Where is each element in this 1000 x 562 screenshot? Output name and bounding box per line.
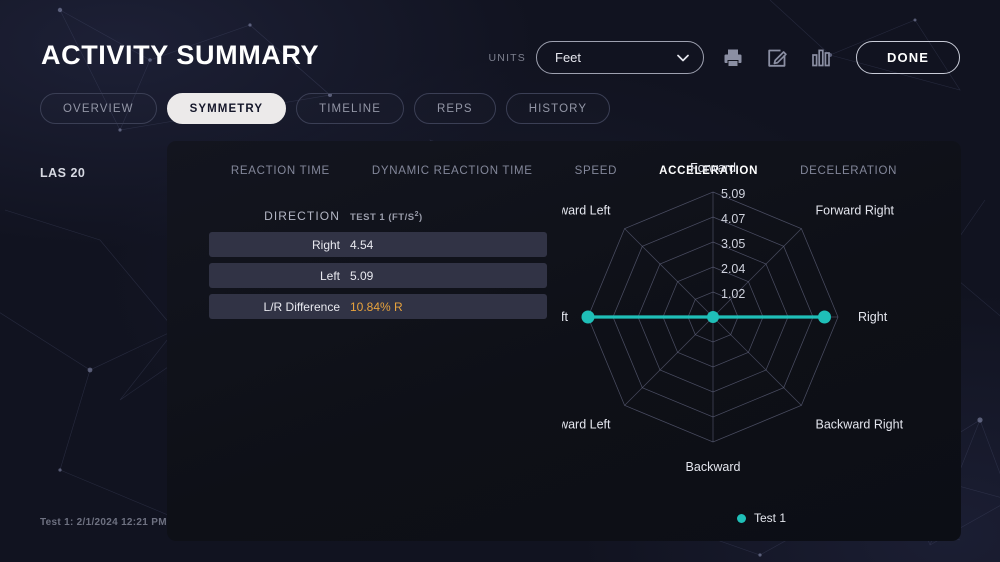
column-header-test: TEST 1 (FT/S2) bbox=[350, 210, 423, 223]
chart-legend: Test 1 bbox=[562, 511, 961, 525]
subtab-reaction-time[interactable]: REACTION TIME bbox=[210, 165, 351, 177]
radial-tick-label: 5.09 bbox=[721, 187, 745, 201]
table-header-row: DIRECTION TEST 1 (FT/S2) bbox=[209, 209, 547, 223]
print-icon bbox=[724, 49, 742, 67]
tab-overview[interactable]: OVERVIEW bbox=[40, 93, 157, 124]
units-select[interactable]: Feet bbox=[536, 41, 704, 74]
axis-category-label: Backward Right bbox=[816, 418, 904, 432]
rail-activity-name: LAS 20 bbox=[40, 166, 86, 180]
tab-symmetry[interactable]: SYMMETRY bbox=[166, 93, 287, 124]
direction-table: DIRECTION TEST 1 (FT/S2) Right 4.54 Left… bbox=[209, 209, 547, 325]
print-button[interactable] bbox=[718, 43, 748, 73]
tab-reps[interactable]: REPS bbox=[413, 93, 496, 124]
axis-category-label: Forward Right bbox=[816, 204, 895, 218]
row-label: Right bbox=[311, 237, 340, 252]
header-controls: UNITS Feet DONE bbox=[488, 41, 960, 74]
axis-category-label: Forward bbox=[690, 161, 736, 175]
edit-icon bbox=[768, 49, 787, 67]
bar-chart-icon bbox=[812, 49, 830, 66]
row-value: 4.54 bbox=[350, 237, 374, 252]
radial-tick-label: 1.02 bbox=[721, 287, 745, 301]
radial-tick-label: 4.07 bbox=[721, 212, 745, 226]
row-value: 5.09 bbox=[350, 268, 374, 283]
row-label: L/R Difference bbox=[263, 299, 340, 314]
table-row[interactable]: Left 5.09 bbox=[209, 263, 547, 288]
radial-tick-label: 3.05 bbox=[721, 237, 745, 251]
done-button[interactable]: DONE bbox=[856, 41, 960, 74]
main-tabbar: OVERVIEW SYMMETRY TIMELINE REPS HISTORY bbox=[40, 93, 611, 124]
units-select-value: Feet bbox=[555, 50, 582, 65]
tab-timeline[interactable]: TIMELINE bbox=[296, 93, 404, 124]
radar-chart: 1.02 2.04 3.05 4.07 5.09 Forward Forward Right… bbox=[531, 161, 961, 541]
axis-category-label: Right bbox=[858, 310, 888, 324]
column-header-direction: DIRECTION bbox=[264, 209, 340, 223]
units-label: UNITS bbox=[488, 51, 526, 64]
axis-category-label: Forward Left bbox=[562, 204, 611, 218]
chart-button[interactable] bbox=[806, 43, 836, 73]
radar-chart-svg: 1.02 2.04 3.05 4.07 5.09 Forward Forward Right… bbox=[531, 161, 904, 474]
table-row[interactable]: L/R Difference 10.84% R bbox=[209, 294, 547, 319]
axis-category-label: Left bbox=[562, 310, 569, 324]
table-row[interactable]: Right 4.54 bbox=[209, 232, 547, 257]
content-panel: REACTION TIME DYNAMIC REACTION TIME SPEE… bbox=[167, 141, 961, 541]
edit-button[interactable] bbox=[762, 43, 792, 73]
row-label: Left bbox=[319, 268, 340, 283]
page-title: ACTIVITY SUMMARY bbox=[41, 40, 320, 70]
axis-category-label: Backward Left bbox=[562, 418, 611, 432]
subtab-dynamic-reaction-time[interactable]: DYNAMIC REACTION TIME bbox=[351, 165, 554, 177]
axis-category-label: Backward bbox=[686, 460, 741, 474]
row-value-difference: 10.84% R bbox=[350, 299, 403, 314]
legend-label: Test 1 bbox=[753, 511, 786, 525]
chevron-down-icon bbox=[677, 54, 689, 61]
tab-history[interactable]: HISTORY bbox=[505, 93, 611, 124]
legend-swatch bbox=[736, 513, 746, 523]
radial-tick-label: 2.04 bbox=[721, 262, 745, 276]
rail-test-timestamp: Test 1: 2/1/2024 12:21 PM bbox=[40, 517, 167, 528]
